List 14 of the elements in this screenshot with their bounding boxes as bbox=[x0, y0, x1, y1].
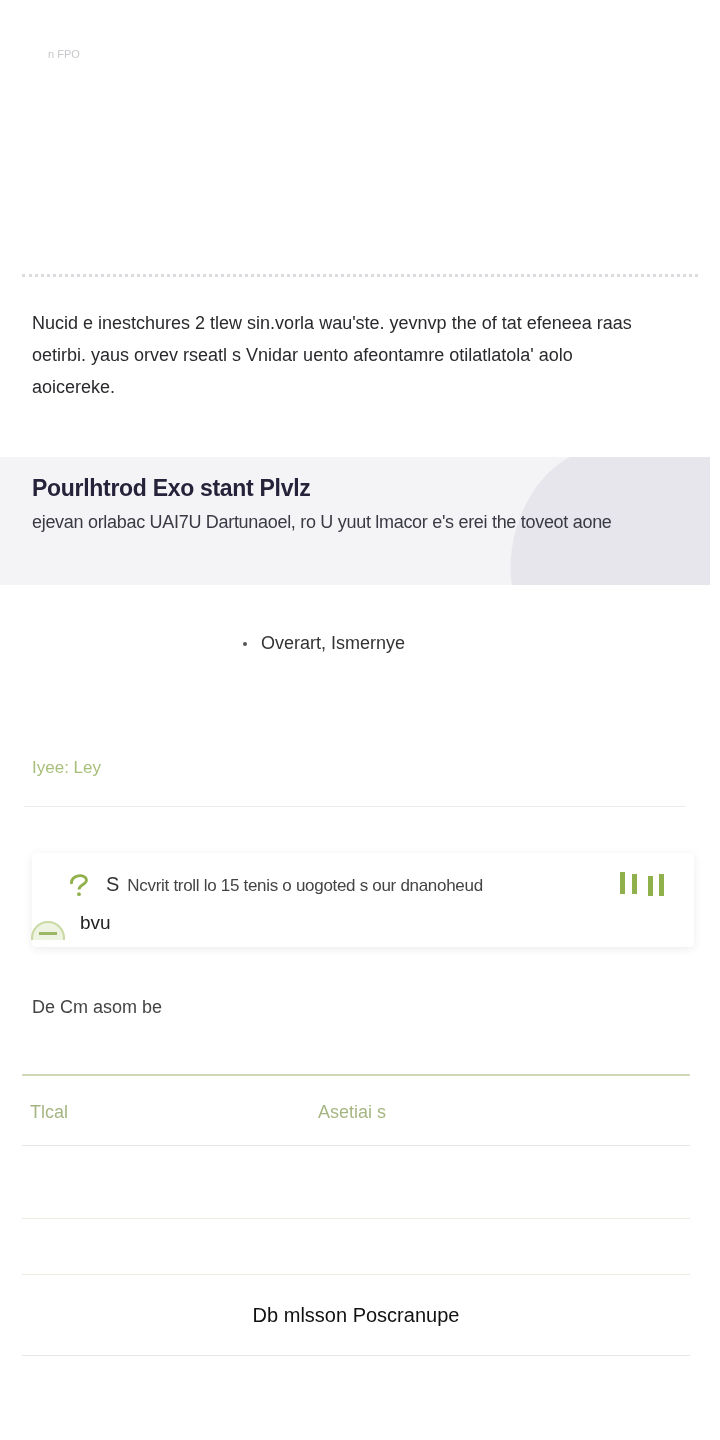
footer-link[interactable]: Db mlsson Poscranupe bbox=[252, 1303, 460, 1327]
column-header: Tlcal bbox=[30, 1102, 69, 1124]
caption-text: De Cm asom be bbox=[32, 997, 164, 1018]
intro-paragraph: Nucid e inestchures 2 tlew sin.vorla wau'ste. yevnvp the of tat efeneea raas oetirbi. yaus orvev rseatl s Vnidar uento afeontamre otilatlatola' aolo aoicereke. bbox=[32, 312, 633, 399]
notice-continuation: bvu bbox=[80, 912, 111, 935]
notice-lead: S bbox=[106, 872, 120, 896]
notice-text: Ncvrit troll lo 15 tenis o uogoted s our dnanoheud bbox=[127, 875, 483, 896]
bullet-text: Overart, Ismernye bbox=[260, 633, 405, 654]
banner-title: Pourlhtrod Exo stant Plvlz bbox=[32, 475, 312, 502]
column-header: Asetiai s bbox=[318, 1102, 388, 1124]
banner-subtitle: ejevan orlabac UAI7U Dartunaoel, ro U yuut lmacor e's erei the tovеot aone bbox=[32, 512, 613, 533]
bars-icon[interactable] bbox=[618, 870, 666, 898]
section-label: Iyee: Ley bbox=[32, 758, 102, 778]
bullet-dot bbox=[242, 641, 247, 646]
